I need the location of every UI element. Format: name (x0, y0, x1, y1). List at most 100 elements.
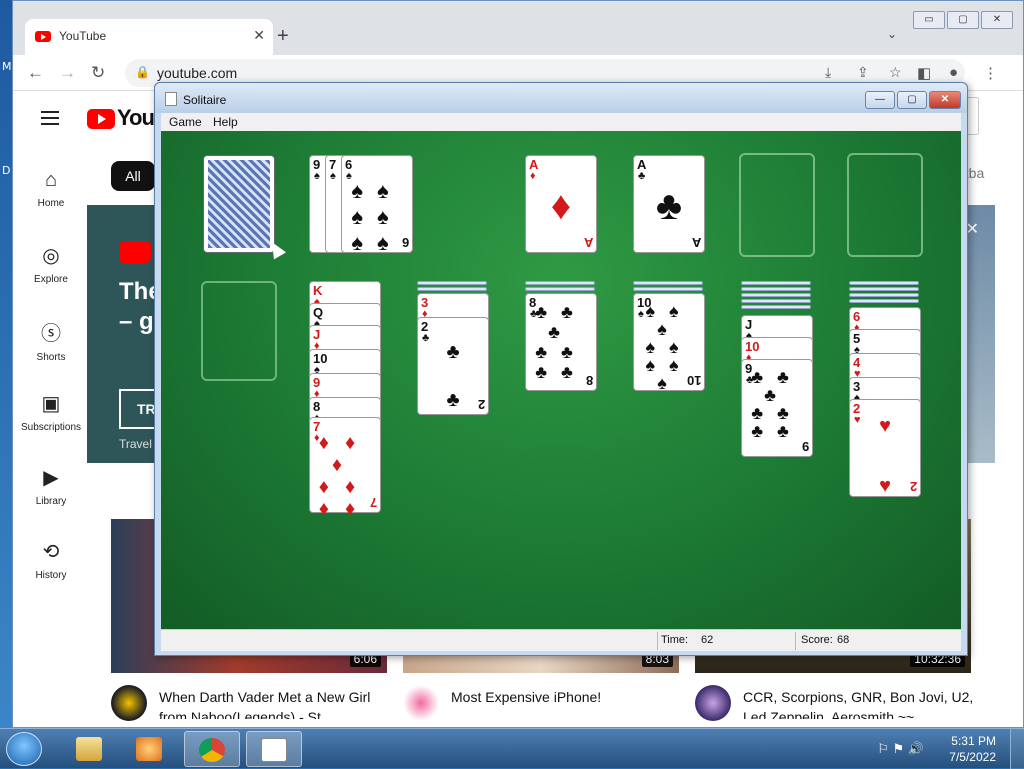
foundation-pile[interactable]: A ♣ ♣ A (633, 155, 705, 253)
channel-avatar[interactable] (403, 685, 439, 721)
taskbar-solitaire[interactable] (246, 731, 302, 767)
taskbar-explorer[interactable] (62, 731, 118, 767)
waste-card-top[interactable]: 6 ♠ ♠♠ ♠♠ ♠♠ 6 (341, 155, 413, 255)
facedown-card-edge (849, 299, 919, 303)
time-label: Time: (661, 634, 689, 646)
foundation-slot-empty[interactable] (847, 153, 923, 257)
facedown-card-edge (417, 287, 487, 291)
lock-icon[interactable]: 🔒 (135, 65, 150, 79)
share-icon[interactable]: ⇪ (857, 64, 869, 81)
system-tray-icons[interactable]: ⚐ ⚑ 🔊 (877, 741, 924, 757)
solitaire-title-bar[interactable]: Solitaire — ▢ ✕ (155, 83, 967, 113)
video-title[interactable]: Most Expensive iPhone! (451, 687, 691, 719)
start-button[interactable] (6, 732, 42, 766)
url-text[interactable]: youtube.com (157, 65, 237, 81)
video-title[interactable]: CCR, Scorpions, GNR, Bon Jovi, U2, Led Z… (743, 687, 983, 719)
reload-icon[interactable]: ↻ (91, 63, 105, 83)
taskbar-media-player[interactable] (122, 731, 178, 767)
compass-icon: ◎ (42, 245, 60, 267)
tableau-card-top[interactable]: 2 ♥ ♥ ♥ 2 (849, 399, 921, 497)
menu-help[interactable]: Help (213, 115, 238, 129)
tableau-card-top[interactable]: 7 ♦ ♦♦ ♦ ♦♦ ♦♦ 7 (309, 417, 381, 520)
chrome-icon (199, 738, 225, 762)
sidebar-item-library[interactable]: ▶ Library (13, 465, 89, 507)
show-desktop-button[interactable] (1010, 729, 1024, 769)
sidebar-item-history[interactable]: ⟲ History (13, 539, 89, 581)
side-panel-icon[interactable]: ◧ (917, 64, 931, 82)
maximize-button[interactable]: ▢ (947, 11, 979, 29)
menu-hamburger-icon[interactable] (41, 111, 59, 125)
tab-close-icon[interactable]: ✕ (253, 27, 265, 44)
window-controls: — ▢ ✕ (865, 91, 961, 109)
minimize-button[interactable]: — (865, 91, 895, 109)
facedown-card-edge (633, 287, 703, 291)
home-icon: ⌂ (44, 169, 58, 191)
facedown-card-edge (525, 287, 595, 291)
taskbar: ⚐ ⚑ 🔊 5:31 PM 7/5/2022 (0, 728, 1024, 769)
youtube-logo-icon[interactable] (87, 109, 115, 129)
channel-avatar[interactable] (695, 685, 731, 721)
profile-avatar-icon[interactable]: ● (949, 64, 958, 81)
status-divider (795, 632, 796, 650)
foundation-pile[interactable]: A ♦ ♦ A (525, 155, 597, 253)
install-icon[interactable]: ⤓ (825, 64, 831, 81)
card-rank-corner: A (583, 235, 593, 250)
back-arrow-icon[interactable]: ← (27, 63, 44, 83)
tableau-card-top[interactable]: 10 ♠ ♠♠ ♠ ♠♠ ♠♠ ♠ 10 (633, 293, 705, 392)
menu-game[interactable]: Game (169, 115, 202, 129)
solitaire-icon (261, 738, 287, 762)
card-pips: ♣♣ ♣ ♣♣ ♣♣ (535, 302, 587, 382)
foundation-slot-empty[interactable] (739, 153, 815, 257)
menu-kebab-icon[interactable]: ⋮ (983, 64, 998, 82)
sidebar-item-explore[interactable]: ◎ Explore (13, 243, 89, 285)
tab-search-icon[interactable]: ⌄ (887, 27, 897, 41)
window-controls: ▭ ▢ ✕ (913, 11, 1013, 29)
channel-avatar[interactable] (111, 685, 147, 721)
close-button[interactable]: ✕ (981, 11, 1013, 29)
tableau-card-top[interactable]: 8 ♣ ♣♣ ♣ ♣♣ ♣♣ 8 (525, 293, 597, 391)
sidebar-item-subscriptions[interactable]: ▣ Subscriptions (13, 391, 89, 433)
card-pip-big: ♣ (655, 184, 683, 228)
taskbar-chrome[interactable] (184, 731, 240, 767)
video-title[interactable]: When Darth Vader Met a New Girl from Nab… (159, 687, 399, 719)
time-value: 62 (701, 634, 714, 646)
banner-cta-button[interactable]: TR (119, 389, 159, 429)
facedown-card-edge (741, 305, 811, 309)
facedown-card-edge (417, 281, 487, 285)
new-tab-button[interactable]: + (277, 25, 289, 48)
tableau-card-top[interactable]: 9 ♣ ♣♣ ♣ ♣♣ ♣♣ 9 (741, 359, 813, 457)
sidebar-item-shorts[interactable]: ⓢ Shorts (13, 317, 89, 363)
history-icon: ⟲ (42, 541, 60, 563)
tableau-card-top[interactable]: 2 ♣ ♣ ♣ 2 (417, 317, 489, 415)
sidebar-item-home[interactable]: ⌂ Home (13, 169, 89, 209)
stock-pile[interactable] (203, 155, 275, 253)
card-rank-corner: 2 (909, 479, 917, 494)
minimize-button[interactable]: ▭ (913, 11, 945, 29)
menu-bar: Game Help (161, 113, 961, 131)
card-rank-corner: 7 (369, 495, 377, 510)
forward-arrow-icon[interactable]: → (59, 63, 76, 83)
card-pip-big: ♦ (550, 184, 572, 228)
card-suit: ♠ (314, 170, 320, 182)
tab-youtube[interactable]: YouTube ✕ (25, 19, 273, 55)
chip-all[interactable]: All (111, 161, 155, 191)
card-rank-corner: 8 (585, 373, 593, 388)
card-suit: ♦ (530, 170, 536, 182)
facedown-card-edge (741, 281, 811, 285)
game-felt: 9 ♠ 7 ♠ 6 ♠ ♠♠ ♠♠ ♠♠ 6 A ♦ ♦ A A ♣ ♣ A K… (161, 131, 961, 629)
tab-strip: YouTube ✕ + ⌄ ▭ ▢ ✕ (13, 1, 1023, 55)
card-pips: ♣♣ ♣ ♣♣ ♣♣ (751, 367, 803, 441)
close-button[interactable]: ✕ (929, 91, 961, 109)
sidebar-item-label: History (35, 570, 67, 581)
shorts-icon: ⓢ (41, 323, 61, 345)
tableau-slot-empty[interactable] (201, 281, 277, 381)
media-player-icon (136, 737, 162, 761)
card-pips: ♥ ♥ (879, 415, 891, 497)
status-bar: Time: 62 Score: 68 (161, 629, 961, 651)
youtube-logo-icon (119, 241, 151, 263)
bookmark-star-icon[interactable]: ☆ (889, 64, 902, 81)
system-clock[interactable]: 5:31 PM 7/5/2022 (949, 733, 996, 765)
desktop-edge: M D (0, 0, 12, 728)
maximize-button[interactable]: ▢ (897, 91, 927, 109)
folder-icon (76, 737, 102, 761)
